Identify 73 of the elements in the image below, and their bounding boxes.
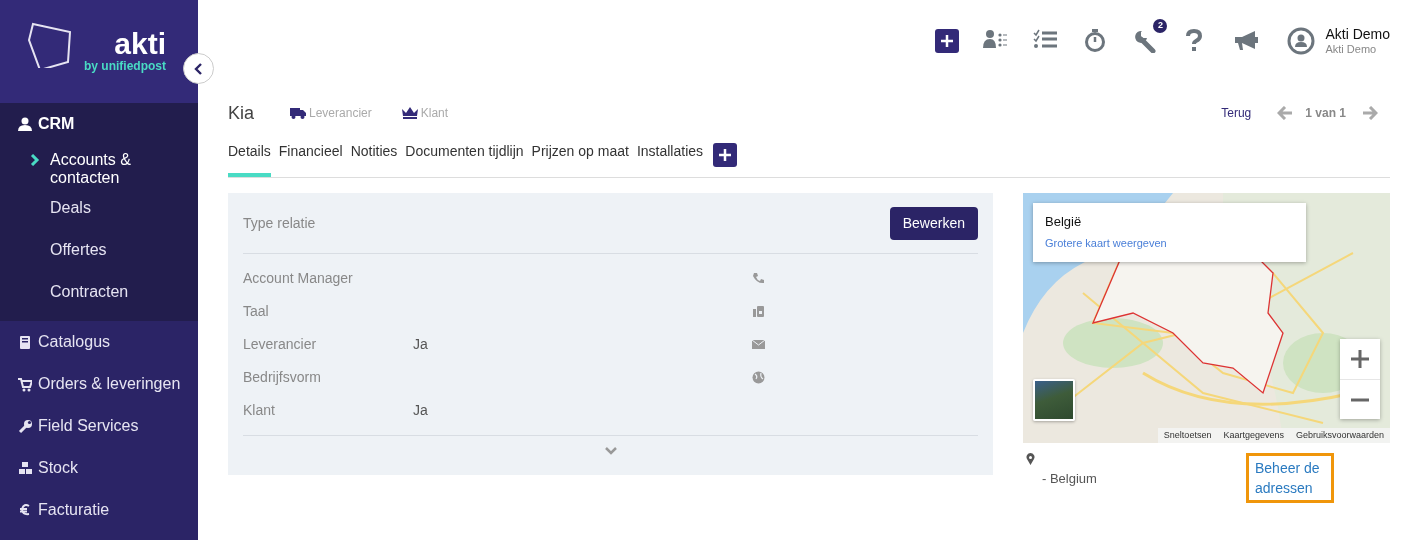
edit-button[interactable]: Bewerken <box>889 206 978 240</box>
notification-badge: 2 <box>1153 19 1168 33</box>
tab[interactable]: Details <box>228 141 271 177</box>
user-name: Akti Demo <box>1325 25 1390 42</box>
submenu-item[interactable]: Accounts & contacten <box>0 145 198 193</box>
zoom-out-button[interactable] <box>1340 379 1380 419</box>
tab[interactable]: Financieel <box>278 141 343 177</box>
cart-icon <box>18 376 32 392</box>
back-link[interactable]: Terug <box>1221 104 1252 122</box>
tab[interactable]: Documenten tijdlijn <box>405 141 524 177</box>
book-icon <box>18 334 32 350</box>
field-label: Klant <box>243 401 276 420</box>
field-label: Taal <box>243 302 270 321</box>
larger-map-link[interactable]: Grotere kaart weergeven <box>1045 236 1167 249</box>
field-label: Bedrijfsvorm <box>243 368 322 387</box>
zoom-in-button[interactable] <box>1340 339 1380 379</box>
crown-icon <box>401 107 418 119</box>
field-value: Ja <box>413 336 428 352</box>
avatar-icon <box>1287 27 1316 55</box>
menu-item[interactable]: CRM <box>0 103 198 145</box>
submenu-item[interactable]: Offertes <box>0 235 198 277</box>
field-label: Leverancier <box>243 335 318 354</box>
user-icon <box>18 116 32 132</box>
manage-addresses-link[interactable]: Beheer de adressen <box>1246 453 1334 503</box>
logo-tagline: by unifiedpost <box>84 58 166 74</box>
megaphone-button[interactable] <box>1233 29 1260 53</box>
field-label: Account Manager <box>243 269 354 288</box>
map-footer-link[interactable]: Gebruiksvoorwaarden <box>1289 427 1390 443</box>
megaphone-icon <box>1233 29 1260 53</box>
address-line: - Belgium <box>1042 470 1097 488</box>
map-footer-link[interactable]: Sneltoetsen <box>1157 427 1218 443</box>
tab[interactable]: Notities <box>350 141 398 177</box>
menu-item[interactable]: Catalogus <box>0 321 198 363</box>
logo-icon <box>28 22 74 68</box>
chevron-down-icon <box>604 447 617 455</box>
tab[interactable]: Prijzen op maat <box>531 141 629 177</box>
relation-tag: Leverancier <box>309 104 372 122</box>
field-value: Ja <box>413 402 428 418</box>
arrow-right-icon <box>1362 106 1378 120</box>
record-title: Kia <box>228 101 254 125</box>
chevron-left-icon <box>193 62 204 75</box>
arrow-left-icon <box>1277 106 1294 120</box>
menu-item[interactable]: Orders & leveringen <box>0 363 198 405</box>
submenu-item[interactable]: Deals <box>0 193 198 235</box>
menu-item[interactable]: Field Services <box>0 405 198 447</box>
plus-icon <box>941 35 954 47</box>
phone-icon <box>752 272 765 285</box>
user-company: Akti Demo <box>1325 41 1378 57</box>
fax-icon <box>752 305 765 318</box>
boxes-icon <box>18 460 32 476</box>
euro-icon <box>18 502 32 518</box>
map-type-button[interactable] <box>1033 379 1075 421</box>
envelope-icon <box>752 338 765 351</box>
map-footer-link[interactable]: Kaartgegevens <box>1217 427 1290 443</box>
pager-text: 1 van 1 <box>1305 105 1346 122</box>
chevron-right-icon <box>30 154 40 166</box>
globe-icon <box>752 371 765 384</box>
map-pin-icon <box>1026 453 1035 465</box>
tab[interactable]: Installaties <box>636 141 704 177</box>
panel-heading: Type relatie <box>243 213 316 233</box>
user-menu-button[interactable] <box>1287 27 1316 55</box>
plus-icon <box>719 149 732 161</box>
truck-icon <box>290 107 306 119</box>
map-place-name: België <box>1045 213 1083 231</box>
add-tab-button[interactable] <box>713 143 738 167</box>
plus-icon <box>1351 350 1369 368</box>
logo-text: akti <box>114 30 166 58</box>
submenu-item[interactable]: Contracten <box>0 277 198 319</box>
relation-tag: Klant <box>420 104 449 122</box>
menu-item[interactable]: Facturatie <box>0 489 198 531</box>
add-button[interactable] <box>935 29 960 53</box>
menu-item[interactable]: Stock <box>0 447 198 489</box>
minus-icon <box>1351 397 1369 402</box>
